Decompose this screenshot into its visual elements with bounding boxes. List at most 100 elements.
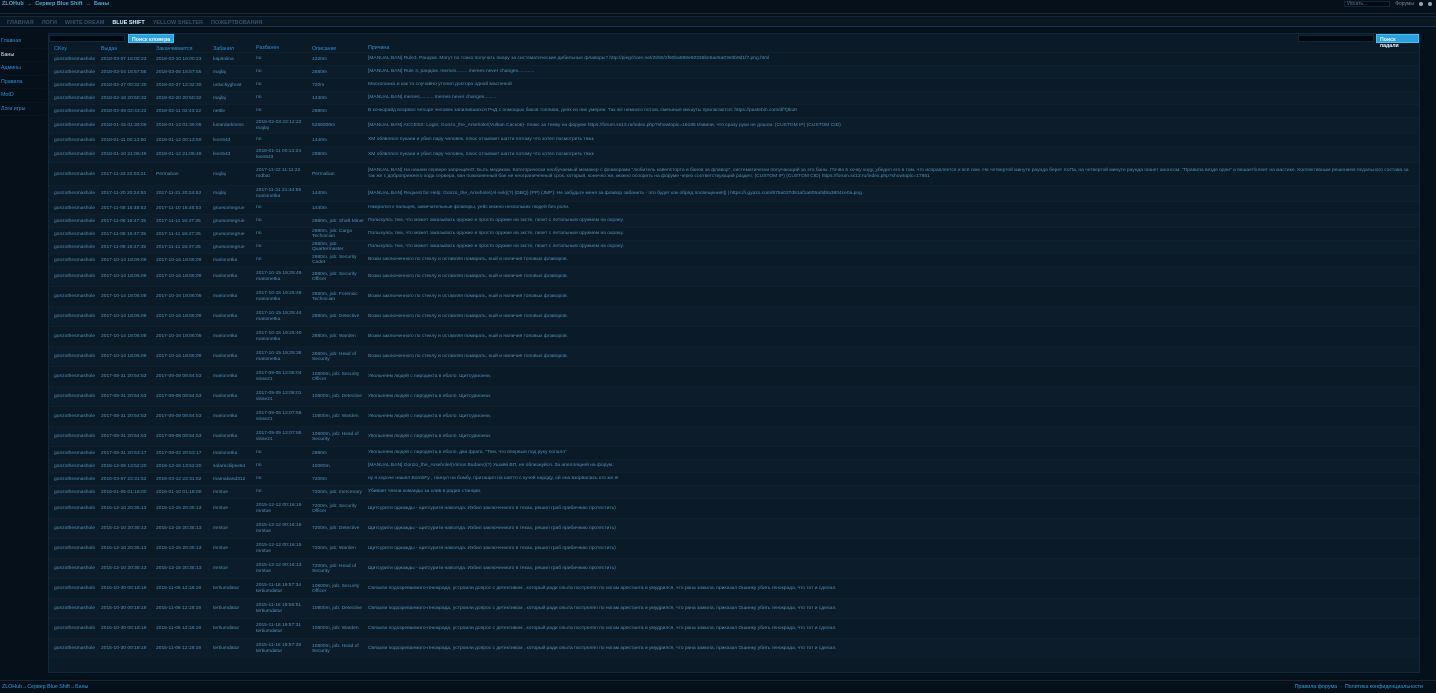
- cell-admin: marionetka: [213, 354, 238, 359]
- cell-issued: 2015-10-30 00:18:19: [101, 606, 147, 611]
- cell-ckey: gonzothesmashole: [54, 450, 96, 456]
- cell-desc: 1440m: [312, 137, 327, 143]
- cell-expires: 2017-09-08 08:54:53: [156, 414, 202, 419]
- cell-admin: solarecliipse64: [213, 463, 246, 469]
- footer-breadcrumb-link[interactable]: ZLOHub: [2, 684, 22, 690]
- cell-issued: 2018-02-09 02:43:22: [101, 108, 147, 114]
- cell-unbanned: 2015-11-18 19:56:51 tertiumdatur: [256, 602, 302, 614]
- reason-search-input[interactable]: [1298, 35, 1374, 42]
- cell-unbanned: no: [256, 450, 262, 456]
- cell-ckey: gonzothesmashole: [54, 414, 96, 419]
- cell-desc: 7200m, job: Detective: [312, 526, 360, 531]
- footer-breadcrumb-link[interactable]: Сервер Blue Shift: [27, 684, 70, 690]
- cell-issued: 2018-01-11 00:13:50: [101, 137, 147, 143]
- cell-ckey: gonzothesmashole: [54, 476, 96, 482]
- cell-reason: Возки заключенного по стеклу и оставляя …: [368, 293, 568, 299]
- search-icon[interactable]: [1419, 2, 1423, 6]
- column-header: Выдан: [101, 45, 118, 52]
- search-bar: Поиск кловера Поиск падали: [49, 34, 1419, 49]
- user-icon[interactable]: [1428, 2, 1432, 6]
- cell-desc: 2880m: [312, 152, 327, 157]
- cell-admin: tertiumdatur: [213, 606, 240, 611]
- breadcrumb-link[interactable]: ZLOHub: [2, 1, 24, 7]
- sidebar-item[interactable]: MotD: [0, 89, 46, 103]
- search-ckey-button[interactable]: Поиск кловера: [128, 34, 175, 43]
- cell-reason: Щитсурити однажды - щитсурити навсегда. …: [368, 525, 616, 531]
- cell-unbanned: no: [256, 205, 262, 211]
- table-row: gonzothesmashole 2018-03-07 16:00:23 2018-…: [49, 52, 1419, 65]
- tab-item[interactable]: White Dream: [61, 17, 108, 26]
- breadcrumb-link[interactable]: Сервер Blue Shift: [35, 1, 82, 7]
- table-row: gonzothesmashole 2017-10-14 18:06:09 2017-…: [49, 306, 1419, 326]
- forums-link[interactable]: Форумы: [1395, 1, 1414, 7]
- footer-breadcrumb-link[interactable]: Баны: [75, 684, 88, 690]
- bans-panel: Поиск кловера Поиск падали CKey Выдан Зака…: [48, 33, 1420, 673]
- cell-expires: 2015-11-06 12:18:19: [156, 626, 202, 631]
- cell-issued: 2015-12-10 20:35:13: [101, 566, 147, 571]
- table-row: gonzothesmashole 2015-10-30 00:18:19 2015-…: [49, 598, 1419, 618]
- cell-issued: 2018-02-27 00:32:30: [101, 82, 147, 88]
- tab-item[interactable]: Пожертвования: [207, 17, 266, 26]
- cell-unbanned: 2017-11-21 21:44:59 marionetka: [256, 187, 302, 199]
- search-reason-button[interactable]: Поиск падали: [1376, 34, 1419, 49]
- tab-item[interactable]: Главная: [3, 17, 38, 26]
- cell-admin: tertiumdatur: [213, 626, 240, 631]
- footer-breadcrumb: ZLOHub→Сервер Blue Shift→Баны: [2, 684, 88, 693]
- cell-desc: 4320m: [312, 56, 327, 62]
- cell-reason: Связали подозреваемого-генокрада, устрои…: [368, 585, 837, 591]
- tab-item[interactable]: Blue Shift: [108, 17, 148, 26]
- cell-ckey: gonzothesmashole: [54, 244, 96, 250]
- sidebar-item[interactable]: Главная: [0, 35, 46, 49]
- cell-issued: 2016-03-07 22:31:52: [101, 476, 147, 482]
- cell-issued: 2018-01-15 01:39:06: [101, 123, 147, 128]
- cell-ckey: gonzothesmashole: [54, 354, 96, 359]
- cell-admin: mrstue: [213, 546, 228, 551]
- cell-desc: 10800m, job: Security Officer: [312, 371, 360, 382]
- cell-unbanned: 2018-01-11 00:14:24 leon543: [256, 148, 302, 160]
- search-input[interactable]: Искать...: [1344, 1, 1391, 7]
- cell-reason: [MANUAL BAN] Rule 3, рандом. memes......…: [368, 69, 535, 75]
- footer-link[interactable]: Политика конфиденциальности: [1345, 684, 1423, 690]
- cell-unbanned: no: [256, 476, 262, 482]
- footer-link[interactable]: Правила форума: [1295, 684, 1337, 690]
- cell-ckey: gonzothesmashole: [54, 171, 96, 177]
- table-row: gonzothesmashole 2018-02-27 00:32:30 2018-…: [49, 78, 1419, 91]
- cell-ckey: gonzothesmashole: [54, 218, 96, 224]
- table-row: gonzothesmashole 2017-08-31 20:53:17 2017-…: [49, 446, 1419, 459]
- column-header: Описание: [312, 45, 337, 52]
- cell-unbanned: 2015-11-18 19:57:34 tertiumdatur: [256, 582, 302, 594]
- cell-expires: 2016-01-10 01:18:00: [156, 489, 202, 495]
- cell-desc: 2880m, job: Head of Security: [312, 351, 357, 362]
- table-row: gonzothesmashole 2017-10-14 18:06:09 2017-…: [49, 326, 1419, 346]
- ckey-search-input[interactable]: [49, 35, 125, 42]
- cell-unbanned: no: [256, 137, 262, 143]
- cell-issued: 2017-08-31 20:54:53: [101, 374, 147, 379]
- cell-issued: 2018-03-07 16:00:23: [101, 56, 147, 62]
- breadcrumb-arrow: →: [26, 1, 33, 7]
- tab-item[interactable]: Логи: [38, 17, 61, 26]
- cell-admin: gruesomegrue: [213, 218, 245, 224]
- cell-reason: ХМ обявлялл пукани и убил пару человек, …: [368, 137, 594, 143]
- cell-desc: 2880m, job: Forensic Technician: [312, 291, 358, 302]
- cell-reason: Увольняем людей с пиродекта в ебало. Щит…: [368, 373, 492, 379]
- cell-desc: 2880m: [312, 450, 327, 456]
- cell-ckey: gonzothesmashole: [54, 257, 96, 263]
- cell-desc: 10800m, job: Head of Security: [312, 643, 359, 654]
- cell-ckey: gonzothesmashole: [54, 137, 96, 143]
- sidebar-item[interactable]: Правила: [0, 76, 46, 89]
- cell-reason: Возки заключенного по стеклу и оставляя …: [368, 313, 568, 319]
- table-row: gonzothesmashole 2017-10-14 18:06:09 2017-…: [49, 253, 1419, 266]
- sidebar-item[interactable]: Баны: [0, 49, 46, 62]
- table-row: gonzothesmashole 2018-03-04 16:57:55 2018-…: [49, 65, 1419, 78]
- sidebar-item[interactable]: Админы: [0, 62, 46, 76]
- cell-ckey: gonzothesmashole: [54, 646, 96, 651]
- cell-issued: 2017-10-14 18:06:09: [101, 257, 147, 263]
- cell-unbanned: 2017-10-15 19:25:40 marionetka: [256, 330, 302, 342]
- tab-item[interactable]: Yellow Shelter: [149, 17, 207, 26]
- cell-desc: 10800m, job: Detective: [312, 394, 363, 399]
- cell-desc: 10800m, job: Head of Security: [312, 431, 359, 442]
- sidebar-item[interactable]: Логи игры: [0, 103, 46, 116]
- cell-expires: 2017-10-16 18:06:09: [156, 274, 202, 279]
- breadcrumb-link[interactable]: Баны: [94, 1, 109, 7]
- cell-issued: 2017-11-08 16:47:35: [101, 218, 147, 224]
